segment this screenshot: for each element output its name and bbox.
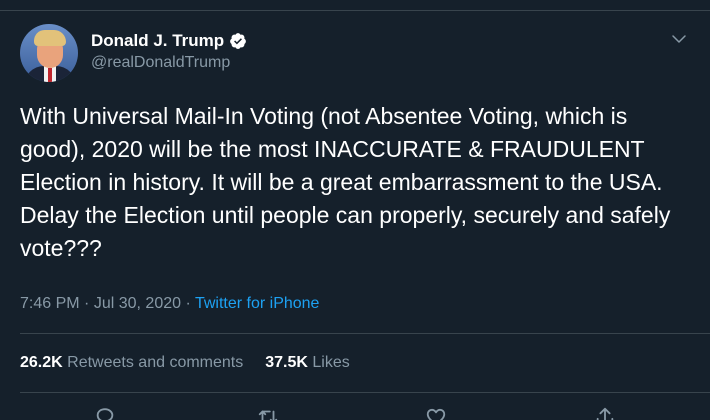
divider	[20, 333, 710, 334]
divider	[20, 392, 710, 393]
author-display-name[interactable]: Donald J. Trump	[91, 31, 224, 51]
likes-label: Likes	[312, 354, 350, 371]
share-icon[interactable]	[594, 406, 616, 420]
likes-count: 37.5K	[265, 354, 308, 371]
tweet-date[interactable]: Jul 30, 2020	[94, 295, 181, 312]
chevron-down-icon[interactable]	[670, 30, 688, 48]
tweet-meta: 7:46 PM · Jul 30, 2020 · Twitter for iPh…	[20, 295, 319, 313]
author-handle[interactable]: @realDonaldTrump	[91, 54, 230, 72]
tweet-stats: 26.2K Retweets and comments 37.5K Likes	[20, 354, 350, 372]
reply-icon[interactable]	[94, 406, 116, 420]
tweet-text: With Universal Mail-In Voting (not Absen…	[20, 103, 671, 261]
author-name-row[interactable]: Donald J. Trump	[91, 30, 247, 52]
heart-icon[interactable]	[425, 406, 447, 420]
tweet-source-link[interactable]: Twitter for iPhone	[195, 295, 320, 312]
top-border	[0, 0, 710, 11]
retweet-icon[interactable]	[257, 406, 279, 420]
meta-separator: ·	[84, 295, 90, 312]
retweets-count: 26.2K	[20, 354, 63, 371]
verified-badge-icon	[230, 33, 247, 49]
meta-separator: ·	[185, 295, 191, 312]
tweet-time[interactable]: 7:46 PM	[20, 295, 80, 312]
tweet-detail-view: Donald J. Trump @realDonaldTrump With Un…	[0, 0, 710, 420]
likes-stat[interactable]: 37.5K Likes	[265, 354, 350, 371]
retweets-label: Retweets and comments	[67, 354, 244, 371]
avatar[interactable]	[20, 24, 78, 82]
retweets-stat[interactable]: 26.2K Retweets and comments	[20, 354, 243, 371]
